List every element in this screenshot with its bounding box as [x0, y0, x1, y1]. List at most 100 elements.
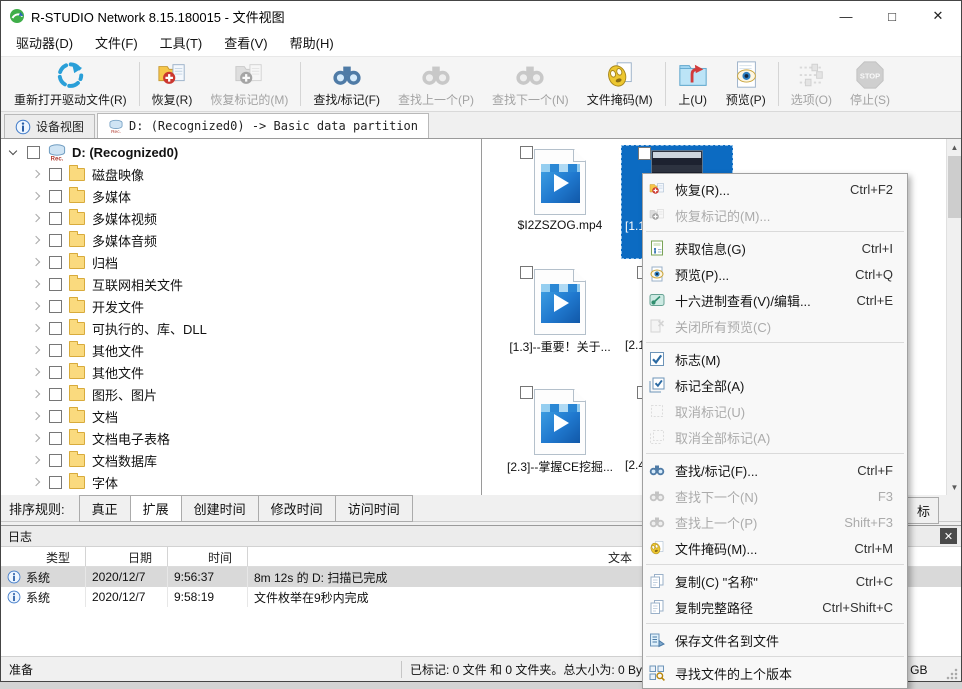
context-menu-item[interactable]: 获取信息(G)Ctrl+I	[643, 235, 907, 261]
toolbar-button[interactable]: 查找上一个(P)	[389, 59, 483, 109]
context-menu-item[interactable]: 标记全部(A)	[643, 372, 907, 398]
chevron-right-icon[interactable]	[29, 365, 43, 379]
context-menu-item[interactable]: 查找/标记(F)...Ctrl+F	[643, 457, 907, 483]
context-menu-item[interactable]: 标志(M)	[643, 346, 907, 372]
tree-folder-row[interactable]: 其他文件	[1, 361, 481, 383]
view-tab[interactable]: Rec.D: (Recognized0) -> Basic data parti…	[97, 113, 429, 138]
checkbox[interactable]	[49, 476, 62, 489]
context-menu-item[interactable]: 复制完整路径Ctrl+Shift+C	[643, 594, 907, 620]
toolbar-button[interactable]: 预览(P)	[717, 59, 775, 109]
menubar-item[interactable]: 文件(F)	[84, 31, 149, 56]
toolbar-button[interactable]: 重新打开驱动文件(R)	[5, 59, 136, 109]
file-item[interactable]: [2.3]--掌握CE挖掘...	[504, 385, 616, 495]
tree-folder-row[interactable]: 互联网相关文件	[1, 273, 481, 295]
chevron-right-icon[interactable]	[29, 167, 43, 181]
tree-folder-row[interactable]: 开发文件	[1, 295, 481, 317]
chevron-right-icon[interactable]	[29, 343, 43, 357]
tree-folder-row[interactable]: 磁盘映像	[1, 163, 481, 185]
toolbar-button[interactable]: 恢复标记的(M)	[201, 59, 297, 109]
chevron-right-icon[interactable]	[29, 409, 43, 423]
log-column-header[interactable]: 日期	[86, 547, 168, 566]
tree-folder-row[interactable]: 多媒体	[1, 185, 481, 207]
checkbox[interactable]	[49, 234, 62, 247]
file-checkbox[interactable]	[638, 147, 651, 160]
checkbox[interactable]	[49, 190, 62, 203]
chevron-right-icon[interactable]	[29, 211, 43, 225]
menubar-item[interactable]: 驱动器(D)	[5, 31, 84, 56]
tree-folder-row[interactable]: 图形、图片	[1, 383, 481, 405]
log-column-header[interactable]: 文本	[248, 547, 648, 566]
menubar-item[interactable]: 查看(V)	[213, 31, 278, 56]
sort-tab[interactable]: 扩展	[130, 495, 181, 522]
resize-grip[interactable]	[945, 667, 959, 681]
checkbox[interactable]	[27, 146, 40, 159]
checkbox[interactable]	[49, 388, 62, 401]
tree-folder-row[interactable]: 可执行的、库、DLL	[1, 317, 481, 339]
toolbar-button[interactable]: 查找/标记(F)	[304, 59, 389, 109]
file-item[interactable]: $I2ZSZOG.mp4	[504, 145, 616, 259]
toolbar-button[interactable]: 文件掩码(M)	[578, 59, 662, 109]
scroll-down-icon[interactable]: ▼	[947, 479, 961, 495]
checkbox[interactable]	[49, 366, 62, 379]
minimize-icon[interactable]: —	[823, 1, 869, 31]
file-checkbox[interactable]	[520, 266, 533, 279]
chevron-right-icon[interactable]	[29, 255, 43, 269]
chevron-right-icon[interactable]	[29, 387, 43, 401]
toolbar-button[interactable]: 查找下一个(N)	[483, 59, 578, 109]
tree-folder-row[interactable]: 文档数据库	[1, 449, 481, 471]
chevron-right-icon[interactable]	[29, 233, 43, 247]
context-menu-item[interactable]: 寻找文件的上个版本	[643, 660, 907, 686]
tree-folder-row[interactable]: 多媒体视频	[1, 207, 481, 229]
close-icon[interactable]: ✕	[915, 1, 961, 31]
context-menu-item[interactable]: 文件掩码(M)...Ctrl+M	[643, 535, 907, 561]
scroll-up-icon[interactable]: ▲	[947, 139, 961, 155]
tree-folder-row[interactable]: 字体	[1, 471, 481, 493]
menubar-item[interactable]: 工具(T)	[149, 31, 214, 56]
tree-folder-row[interactable]: 其他文件	[1, 339, 481, 361]
toolbar-button[interactable]: STOP停止(S)	[841, 59, 899, 109]
log-close-icon[interactable]: ✕	[940, 528, 957, 544]
chevron-right-icon[interactable]	[29, 475, 43, 489]
chevron-right-icon[interactable]	[29, 277, 43, 291]
checkbox[interactable]	[49, 300, 62, 313]
checkbox[interactable]	[49, 168, 62, 181]
tree-folder-row[interactable]: 归档	[1, 251, 481, 273]
context-menu-item[interactable]: 取消全部标记(A)	[643, 424, 907, 450]
tree-folder-row[interactable]: 文档电子表格	[1, 427, 481, 449]
checkbox[interactable]	[49, 454, 62, 467]
maximize-icon[interactable]: □	[869, 1, 915, 31]
checkbox[interactable]	[49, 322, 62, 335]
scroll-thumb[interactable]	[948, 156, 961, 218]
file-checkbox[interactable]	[520, 146, 533, 159]
context-menu-item[interactable]: 保存文件名到文件	[643, 627, 907, 653]
tree-folder-row[interactable]: 多媒体音频	[1, 229, 481, 251]
tree-root-row[interactable]: Rec.D: (Recognized0)	[1, 141, 481, 163]
context-menu-item[interactable]: 预览(P)...Ctrl+Q	[643, 261, 907, 287]
sort-tab[interactable]: 创建时间	[181, 495, 258, 522]
checkbox[interactable]	[49, 410, 62, 423]
chevron-right-icon[interactable]	[29, 453, 43, 467]
checkbox[interactable]	[49, 278, 62, 291]
context-menu-item[interactable]: 关闭所有预览(C)	[643, 313, 907, 339]
context-menu-item[interactable]: 复制(C) "名称"Ctrl+C	[643, 568, 907, 594]
checkbox[interactable]	[49, 256, 62, 269]
sort-tab[interactable]: 真正	[79, 495, 130, 522]
chevron-right-icon[interactable]	[29, 299, 43, 313]
log-column-header[interactable]: 类型	[1, 547, 86, 566]
checkbox[interactable]	[49, 344, 62, 357]
context-menu-item[interactable]: 十六进制查看(V)/编辑...Ctrl+E	[643, 287, 907, 313]
sort-tab[interactable]: 修改时间	[258, 495, 335, 522]
file-checkbox[interactable]	[520, 386, 533, 399]
context-menu-item[interactable]: 查找上一个(P)Shift+F3	[643, 509, 907, 535]
sort-tab[interactable]: 访问时间	[335, 495, 413, 522]
log-column-header[interactable]: 时间	[168, 547, 248, 566]
checkbox[interactable]	[49, 212, 62, 225]
toolbar-button[interactable]: 选项(O)	[782, 59, 841, 109]
file-item[interactable]: [1.3]--重要！关于...	[504, 265, 616, 379]
checkbox[interactable]	[49, 432, 62, 445]
toolbar-button[interactable]: 上(U)	[669, 59, 717, 109]
tree-folder-row[interactable]: 文档	[1, 405, 481, 427]
context-menu-item[interactable]: 恢复标记的(M)...	[643, 202, 907, 228]
chevron-right-icon[interactable]	[29, 189, 43, 203]
view-tab[interactable]: 设备视图	[4, 114, 95, 138]
